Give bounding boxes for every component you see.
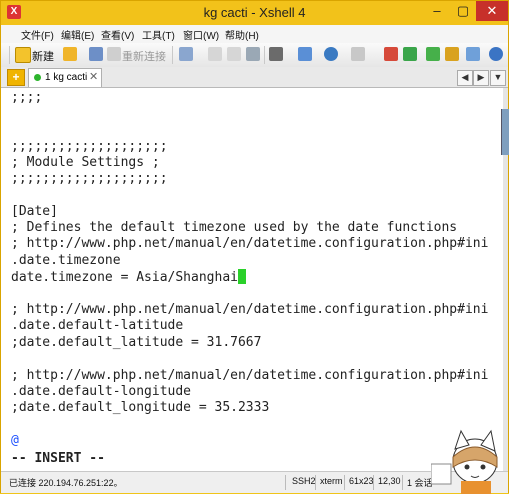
print-icon[interactable] [269,47,283,61]
menu-bar: 文件(F) 编辑(E) 查看(V) 工具(T) 窗口(W) 帮助(H) [1,25,508,43]
title-bar[interactable]: X kg cacti - Xshell 4 – ▢ ✕ [1,1,508,25]
vim-mode-indicator: -- INSERT -- [11,451,105,466]
properties-icon[interactable] [179,47,193,61]
terminal-line: ;date.default_longitude = 35.2333 [11,400,270,415]
menu-tools[interactable]: 工具(T) [142,27,175,42]
new-session-icon [15,47,31,63]
connected-status-icon [34,74,41,81]
connection-status: 已连接 220.194.76.251:22。 [9,478,123,488]
reconnect-button[interactable]: 重新连接 [122,48,166,64]
status-separator [373,475,374,490]
terminal-line-text: date.timezone = Asia/Shanghai [11,270,238,285]
terminal-line: ; Defines the default timezone used by t… [11,220,458,235]
xshell-window: X kg cacti - Xshell 4 – ▢ ✕ 文件(F) 编辑(E) … [0,0,509,494]
status-separator [344,475,345,490]
compose-icon[interactable] [466,47,480,61]
menu-edit[interactable]: 编辑(E) [61,27,94,42]
terminal-line: ; http://www.php.net/manual/en/datetime.… [11,236,489,251]
menu-view[interactable]: 查看(V) [101,27,134,42]
terminal-line: .date.timezone [11,253,121,268]
lock-icon[interactable] [445,47,459,61]
copy-icon[interactable] [208,47,222,61]
close-button[interactable]: ✕ [476,1,508,21]
help-icon[interactable] [489,47,503,61]
mascot-cat-image [431,429,498,494]
toolbar-grip [9,46,10,64]
disconnect-icon[interactable] [89,47,103,61]
status-separator [315,475,316,490]
tab-list-icon[interactable]: ▼ [490,70,506,86]
status-separator [285,475,286,490]
transfer-icon[interactable] [298,47,312,61]
find-icon[interactable] [246,47,260,61]
toolbar-separator [172,46,173,64]
menu-file[interactable]: 文件(F) [21,27,54,42]
terminal-size-status: 61x23 [349,476,374,486]
script-icon[interactable] [403,47,417,61]
terminal-line: ;;;;;;;;;;;;;;;;;;;; [11,171,168,186]
terminal-line: ; Module Settings ; [11,155,160,170]
session-count-status: 1 会话 [407,478,433,488]
globe-icon[interactable] [324,47,338,61]
maximize-button[interactable]: ▢ [450,1,476,21]
side-panel-handle[interactable] [501,109,509,155]
text-cursor [237,269,246,284]
terminal-line: ;date.default_latitude = 31.7667 [11,335,262,350]
menu-window[interactable]: 窗口(W) [183,27,219,42]
terminal-line: .date.default-longitude [11,384,192,399]
terminal-type-status: xterm [320,476,343,486]
terminal-line: ;;;; [11,90,43,105]
paste-icon[interactable] [227,47,241,61]
terminal-line: ; http://www.php.net/manual/en/datetime.… [11,368,489,383]
terminal-line: [Date] [11,204,58,219]
tab-bar: + 1 kg cacti ✕ ◀ ▶ ▼ [1,67,508,88]
terminal-line-with-cursor: date.timezone = Asia/Shanghai [11,269,246,285]
toolbar-separator [264,46,265,64]
terminal-line: @ [11,433,19,448]
menu-help[interactable]: 帮助(H) [225,27,259,42]
layout-icon[interactable] [426,47,440,61]
status-separator [402,475,403,490]
protocol-status: SSH2 [292,476,316,486]
cursor-position-status: 12,30 [378,476,401,486]
tab-kg-cacti[interactable]: 1 kg cacti ✕ [28,68,102,87]
tab-next-icon[interactable]: ▶ [473,70,489,86]
new-tab-button[interactable]: + [7,69,25,86]
terminal-line: ; http://www.php.net/manual/en/datetime.… [11,302,489,317]
tab-close-icon[interactable]: ✕ [89,70,98,83]
tab-label: 1 kg cacti [45,72,88,83]
toolbar: 新建 重新连接 [1,43,508,68]
xftp-icon[interactable] [384,47,398,61]
terminal-line: .date.default-latitude [11,318,184,333]
open-folder-icon[interactable] [63,47,77,61]
terminal-area[interactable]: ;;;; ;;;;;;;;;;;;;;;;;;;; ; Module Setti… [1,88,503,471]
terminal-line: ;;;;;;;;;;;;;;;;;;;; [11,139,168,154]
reconnect-icon [107,47,121,61]
new-button[interactable]: 新建 [32,48,54,64]
minimize-button[interactable]: – [424,1,450,21]
font-icon[interactable] [351,47,365,61]
tab-prev-icon[interactable]: ◀ [457,70,473,86]
